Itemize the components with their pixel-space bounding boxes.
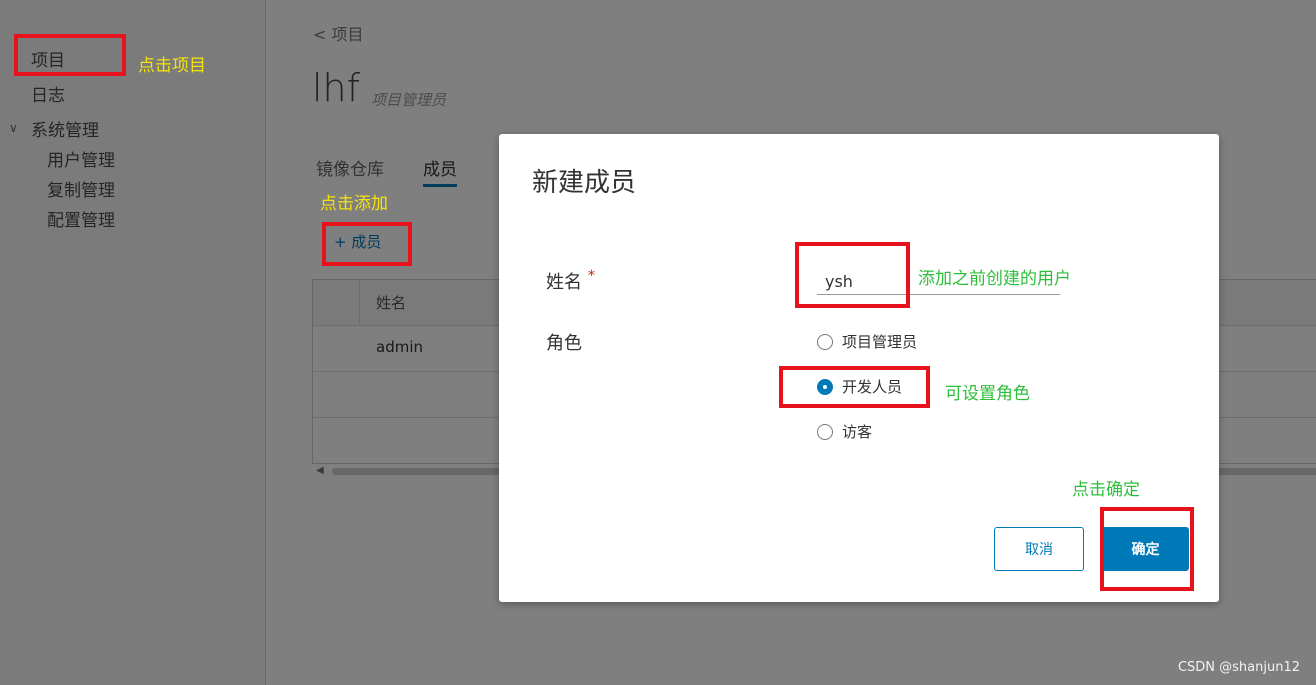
watermark: CSDN @shanjun12 [1177, 660, 1300, 675]
radio-unchecked-icon [817, 333, 833, 350]
name-label-text: 姓名 [546, 272, 582, 293]
cancel-button[interactable]: 取消 [994, 527, 1084, 571]
role-label-guest: 访客 [842, 423, 873, 441]
confirm-button[interactable]: 确定 [1102, 527, 1189, 571]
annotation-add-user: 添加之前创建的用户 [918, 269, 1071, 289]
annotation-click-ok: 点击确定 [1072, 480, 1140, 500]
role-radio-developer[interactable]: 开发人员 [817, 376, 902, 397]
role-label-project-admin: 项目管理员 [842, 333, 918, 351]
dialog-title: 新建成员 [532, 168, 637, 198]
radio-checked-icon [817, 378, 833, 395]
app-window: 项目 日志 ∨ 系统管理 用户管理 复制管理 配置管理 < 项目 lhf 项目管… [0, 0, 1316, 685]
role-radio-guest[interactable]: 访客 [817, 421, 872, 442]
name-field-label: 姓名 * [546, 268, 595, 294]
radio-unchecked-icon [817, 423, 833, 440]
role-radio-project-admin[interactable]: 项目管理员 [817, 331, 917, 352]
annotation-click-add: 点击添加 [320, 194, 388, 214]
required-mark: * [588, 268, 595, 284]
role-field-label: 角色 [546, 333, 582, 354]
annotation-set-role: 可设置角色 [945, 384, 1030, 404]
annotation-click-project: 点击项目 [138, 56, 206, 76]
role-label-developer: 开发人员 [842, 378, 903, 396]
